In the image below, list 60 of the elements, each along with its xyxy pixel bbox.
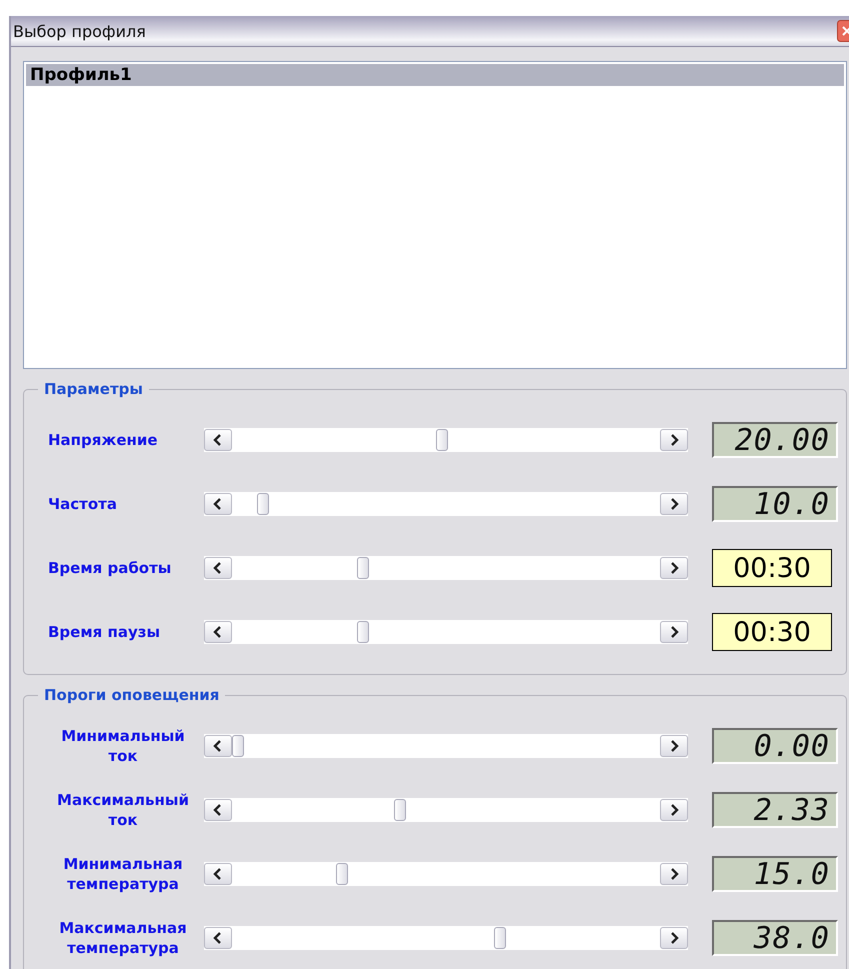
left-chevron-icon	[213, 562, 223, 574]
right-chevron-icon	[669, 562, 679, 574]
decrease-button[interactable]	[204, 621, 232, 643]
time-display: 00:30	[712, 549, 832, 587]
slider-label: Время работы	[48, 558, 172, 578]
slider-label: Минимальный ток	[60, 726, 186, 766]
lcd-display: 15.0	[712, 856, 838, 892]
decrease-button[interactable]	[204, 863, 232, 885]
left-chevron-icon	[213, 868, 223, 880]
left-chevron-icon	[213, 498, 223, 510]
lcd-display: 38.0	[712, 920, 838, 956]
slider-thumb[interactable]	[232, 735, 244, 757]
lcd-display: 10.0	[712, 486, 838, 522]
decrease-button[interactable]	[204, 799, 232, 821]
slider-label: Минимальная температура	[62, 854, 184, 894]
right-chevron-icon	[669, 740, 679, 752]
left-chevron-icon	[213, 626, 223, 638]
profile-item[interactable]: Профиль1	[26, 64, 844, 86]
increase-button[interactable]	[660, 735, 688, 757]
increase-button[interactable]	[660, 621, 688, 643]
slider-thumb[interactable]	[494, 927, 506, 949]
right-chevron-icon	[669, 626, 679, 638]
decrease-button[interactable]	[204, 429, 232, 451]
lcd-display: 2.33	[712, 792, 838, 828]
slider-thumb[interactable]	[436, 429, 448, 451]
lcd-display: 20.00	[712, 422, 838, 458]
increase-button[interactable]	[660, 557, 688, 579]
decrease-button[interactable]	[204, 927, 232, 949]
increase-button[interactable]	[660, 927, 688, 949]
group-title: Параметры	[38, 380, 149, 398]
slider-label: Напряжение	[48, 430, 158, 450]
increase-button[interactable]	[660, 799, 688, 821]
slider-thumb[interactable]	[394, 799, 406, 821]
left-chevron-icon	[213, 804, 223, 816]
right-chevron-icon	[669, 804, 679, 816]
increase-button[interactable]	[660, 429, 688, 451]
increase-button[interactable]	[660, 493, 688, 515]
slider-label: Максимальный ток	[56, 790, 190, 830]
lcd-display: 0.00	[712, 728, 838, 764]
slider-label: Частота	[48, 494, 117, 514]
group-title: Пороги оповещения	[38, 686, 226, 704]
increase-button[interactable]	[660, 863, 688, 885]
slider-thumb[interactable]	[336, 863, 348, 885]
left-chevron-icon	[213, 434, 223, 446]
slider-thumb[interactable]	[356, 557, 369, 579]
decrease-button[interactable]	[204, 735, 232, 757]
decrease-button[interactable]	[204, 493, 232, 515]
slider-thumb[interactable]	[256, 493, 269, 515]
slider-thumb[interactable]	[356, 621, 369, 643]
slider-label: Время паузы	[48, 622, 160, 642]
right-chevron-icon	[669, 498, 679, 510]
slider-label: Максимальная температура	[58, 918, 188, 958]
window-title: Выбор профиля	[12, 22, 146, 40]
right-chevron-icon	[669, 434, 679, 446]
right-chevron-icon	[669, 932, 679, 944]
right-chevron-icon	[669, 868, 679, 880]
left-chevron-icon	[213, 932, 223, 944]
time-display: 00:30	[712, 613, 832, 651]
left-chevron-icon	[213, 740, 223, 752]
decrease-button[interactable]	[204, 557, 232, 579]
